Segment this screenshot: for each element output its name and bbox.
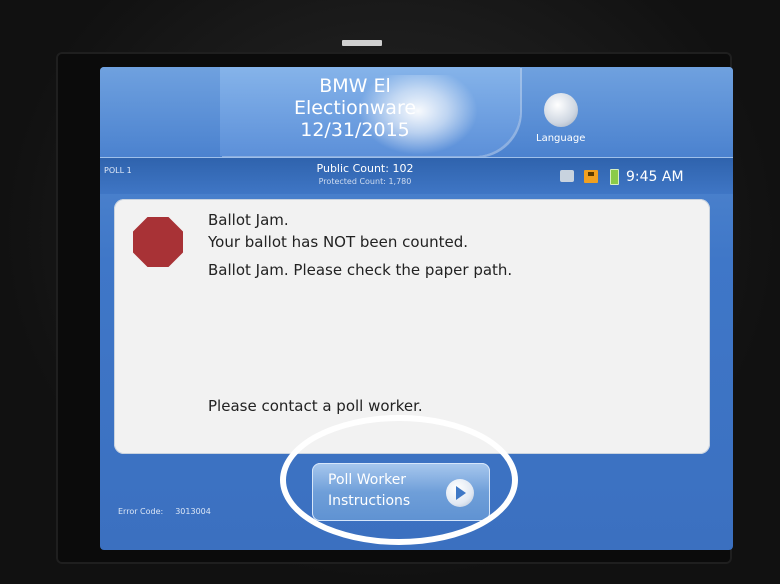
battery-icon (610, 169, 619, 185)
poll-label: POLL 1 (104, 166, 132, 175)
language-icon (544, 93, 578, 127)
header-title-line1: BMW El (319, 75, 391, 97)
error-code: Error Code: 3013004 (118, 507, 211, 516)
header-date: 12/31/2015 (300, 119, 410, 141)
highlight-circle (280, 415, 518, 545)
error-code-label: Error Code: (118, 507, 164, 516)
message-line3: Ballot Jam. Please check the paper path. (208, 261, 513, 279)
header-title-line2: Electionware (293, 97, 417, 119)
bezel-sensor (342, 40, 382, 46)
language-label: Language (536, 133, 586, 144)
printer-icon (560, 170, 574, 182)
public-count: Public Count: 102 (316, 162, 414, 175)
language-button[interactable]: Language (532, 83, 602, 153)
message-line2: Your ballot has NOT been counted. (208, 233, 468, 251)
status-bar: POLL 1 Public Count: 102 Protected Count… (100, 157, 733, 194)
error-code-value: 3013004 (175, 507, 211, 516)
stop-icon (133, 217, 183, 267)
save-icon (584, 170, 598, 183)
protected-count: Protected Count: 1,780 (318, 177, 412, 186)
clock-time: 9:45 AM (626, 169, 684, 185)
message-line4: Please contact a poll worker. (208, 397, 423, 415)
header-bar: BMW El Electionware 12/31/2015 Language (100, 67, 733, 157)
message-line1: Ballot Jam. (208, 211, 289, 229)
